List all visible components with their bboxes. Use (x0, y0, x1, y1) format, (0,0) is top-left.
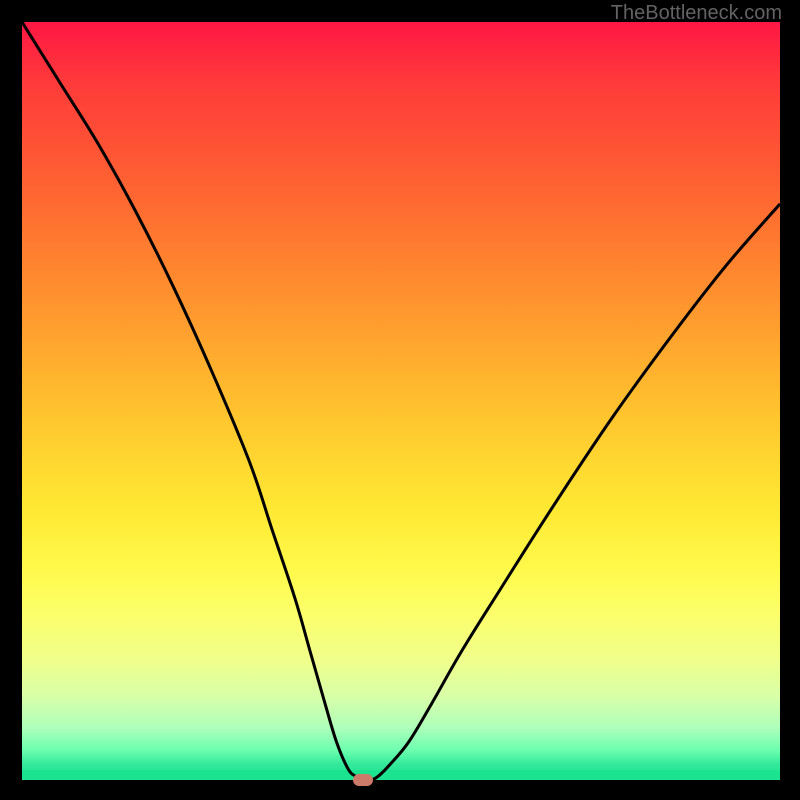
bottleneck-curve (22, 22, 780, 780)
chart-container: TheBottleneck.com (0, 0, 800, 800)
watermark-text: TheBottleneck.com (611, 2, 782, 25)
plot-area (22, 22, 780, 780)
minimum-marker (353, 774, 373, 786)
